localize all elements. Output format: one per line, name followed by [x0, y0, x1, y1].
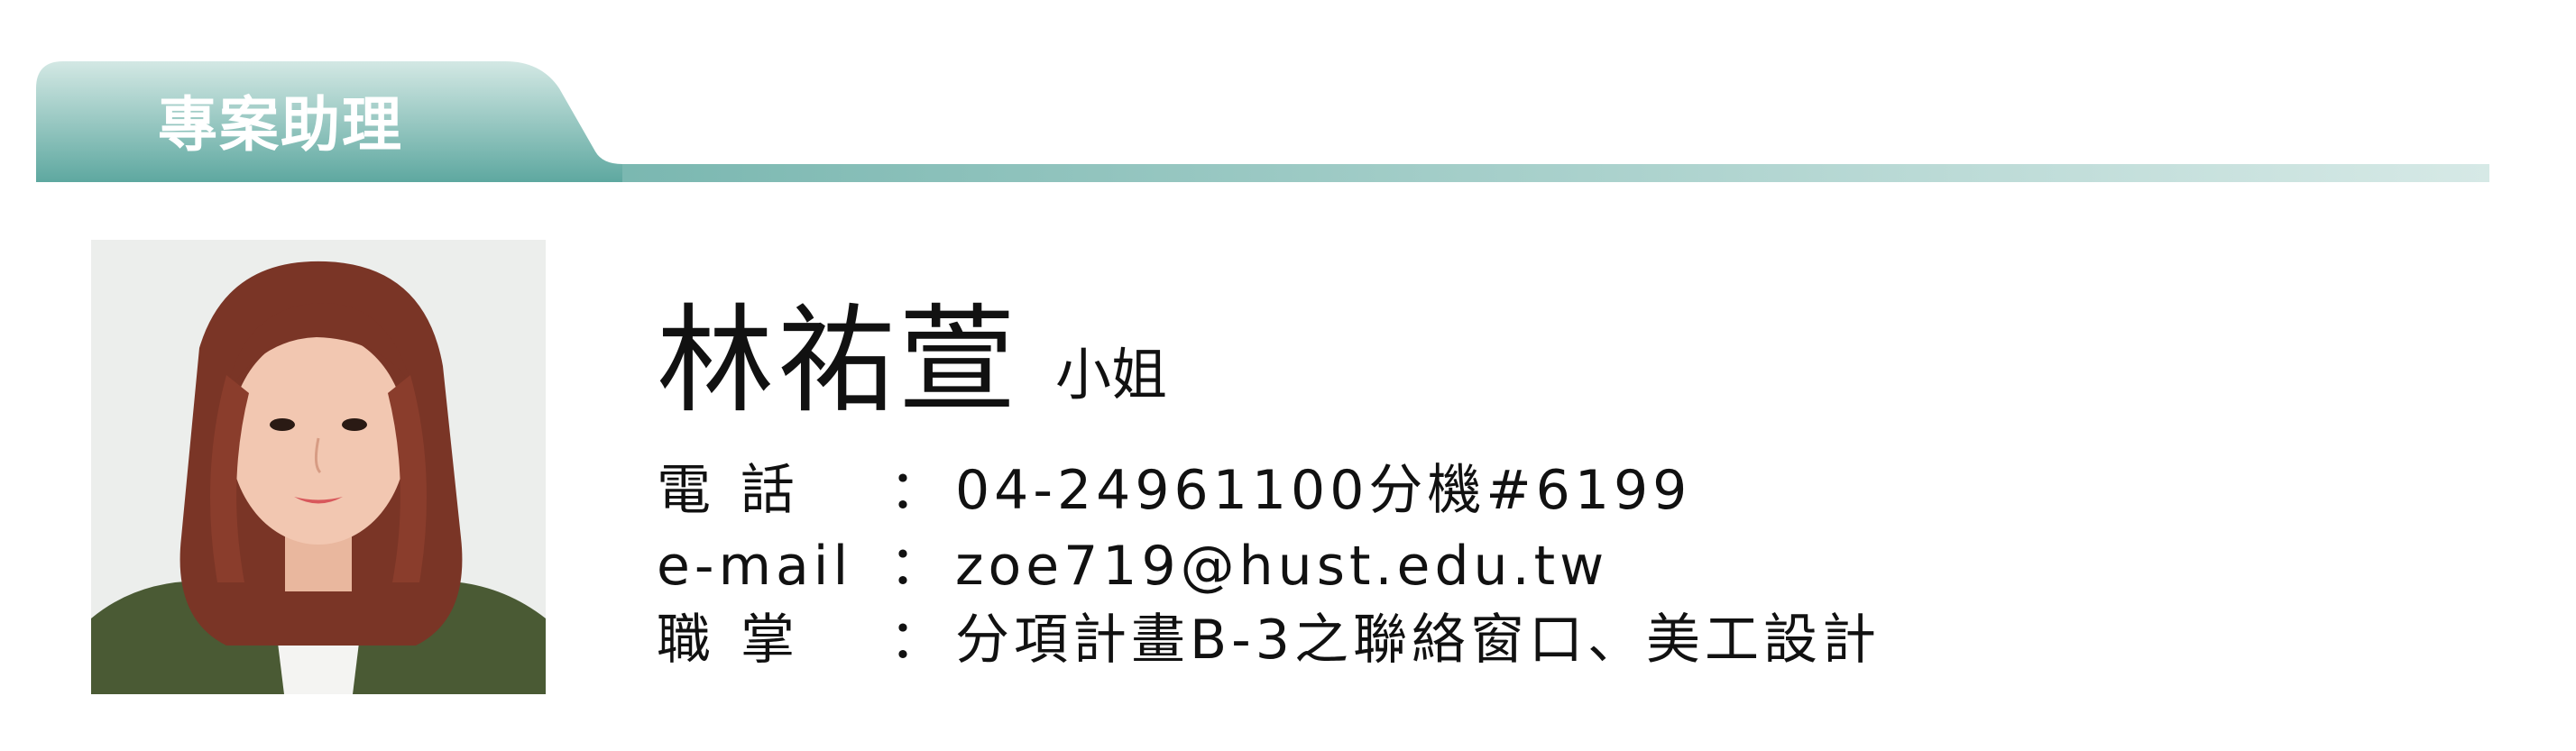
phone-colon: ：: [889, 459, 948, 522]
duty-value: 分項計畫B-3之聯絡窗口、美工設計: [955, 609, 1881, 672]
phone-value: 04-24961100分機#6199: [955, 459, 1692, 522]
phone-row: 電話： 04-24961100分機#6199: [657, 463, 2461, 517]
banner-title: 專案助理: [158, 90, 403, 160]
portrait-photo: [91, 240, 546, 694]
duty-row: 職掌：分項計畫B-3之聯絡窗口、美工設計: [657, 613, 2461, 667]
email-label: e-mail: [657, 535, 853, 598]
name-row: 林祐萱 小姐: [657, 302, 1167, 419]
banner-shape: [36, 61, 2489, 182]
person-name: 林祐萱: [657, 292, 1020, 429]
section-header-banner: 專案助理: [36, 61, 2489, 188]
email-colon: ：: [889, 535, 948, 598]
duty-colon: ：: [889, 609, 948, 672]
duty-label: 職掌: [657, 609, 799, 672]
email-row: e-mail： zoe719@hust.edu.tw: [657, 539, 2461, 593]
phone-label: 電話: [657, 459, 799, 522]
person-honorific: 小姐: [1055, 342, 1168, 408]
email-value[interactable]: zoe719@hust.edu.tw: [955, 535, 1608, 598]
